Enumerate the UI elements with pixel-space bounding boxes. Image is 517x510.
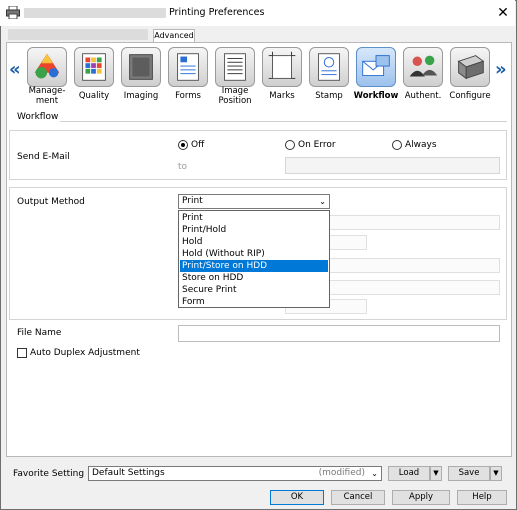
- output-method-value: Print: [182, 196, 203, 206]
- output-method-label: Output Method: [17, 197, 85, 207]
- radio-email-off-label: Off: [191, 140, 205, 150]
- close-button[interactable]: ✕: [492, 3, 514, 23]
- toolbar-item-authentication[interactable]: [403, 47, 443, 87]
- forms-icon: [177, 53, 199, 81]
- send-email-label: Send E-Mail: [17, 152, 70, 162]
- output-method-select[interactable]: Print ⌄: [178, 194, 330, 209]
- favorite-setting-select[interactable]: Default Settings (modified) ⌄: [88, 466, 382, 481]
- radio-email-off[interactable]: [178, 140, 188, 150]
- save-menu-arrow[interactable]: ▼: [490, 466, 502, 481]
- imaging-icon: [129, 54, 153, 80]
- toolbar-item-management[interactable]: [27, 47, 67, 87]
- toolbar-item-forms[interactable]: [168, 47, 208, 87]
- toolbar-item-marks[interactable]: [262, 47, 302, 87]
- file-name-label: File Name: [17, 328, 62, 338]
- load-button[interactable]: Load: [388, 466, 430, 481]
- chevron-down-icon: ⌄: [371, 469, 378, 478]
- radio-email-on-error[interactable]: [285, 140, 295, 150]
- configure-icon: [457, 55, 485, 80]
- toolbar-item-image-position[interactable]: [215, 47, 255, 87]
- email-to-field: [285, 157, 500, 174]
- output-method-dropdown: Print Print/Hold Hold Hold (Without RIP)…: [178, 210, 330, 308]
- marks-icon: [268, 51, 296, 79]
- cancel-button[interactable]: Cancel: [331, 490, 385, 505]
- auto-duplex-checkbox[interactable]: [17, 348, 27, 358]
- dropdown-option-highlighted[interactable]: Print/Store on HDD: [180, 260, 328, 272]
- authentication-icon: [409, 55, 438, 77]
- dropdown-option[interactable]: Hold (Without RIP): [180, 248, 328, 260]
- email-to-label: to: [178, 162, 188, 172]
- stamp-icon: [318, 53, 340, 81]
- radio-email-on-error-label: On Error: [298, 140, 336, 150]
- dropdown-option[interactable]: Secure Print: [180, 284, 328, 296]
- title-bar: Printing Preferences ✕: [0, 0, 515, 26]
- save-button[interactable]: Save: [448, 466, 490, 481]
- help-button[interactable]: Help: [457, 490, 507, 505]
- toolbar-label-configure: Configure: [449, 91, 491, 101]
- dropdown-option[interactable]: Store on HDD: [180, 272, 328, 284]
- toolbar-prev-arrow[interactable]: «: [9, 60, 21, 80]
- load-menu-arrow[interactable]: ▼: [430, 466, 442, 481]
- dropdown-option[interactable]: Form: [180, 296, 328, 308]
- ok-button[interactable]: OK: [270, 490, 324, 505]
- radio-email-always[interactable]: [392, 140, 402, 150]
- toolbar-item-imaging[interactable]: [121, 47, 161, 87]
- auto-duplex-label: Auto Duplex Adjustment: [30, 348, 140, 358]
- favorite-setting-value: Default Settings: [92, 468, 165, 478]
- file-name-input[interactable]: [178, 325, 500, 342]
- favorite-setting-suffix: (modified): [318, 468, 365, 478]
- tab-advanced[interactable]: Advanced: [153, 29, 195, 42]
- image-position-icon: [224, 53, 246, 81]
- printer-icon: [6, 6, 20, 19]
- tab-redacted[interactable]: [8, 29, 148, 40]
- toolbar-item-configure[interactable]: [450, 47, 490, 87]
- radio-email-always-label: Always: [405, 140, 437, 150]
- quality-icon: [82, 53, 106, 81]
- toolbar-item-quality[interactable]: [74, 47, 114, 87]
- section-title: Workflow: [17, 112, 59, 122]
- section-divider: [60, 121, 507, 122]
- dropdown-option[interactable]: Print/Hold: [180, 224, 328, 236]
- dropdown-option[interactable]: Hold: [180, 236, 328, 248]
- apply-button[interactable]: Apply: [392, 490, 450, 505]
- workflow-icon: [362, 55, 390, 77]
- dropdown-option[interactable]: Print: [180, 212, 328, 224]
- toolbar-item-stamp[interactable]: [309, 47, 349, 87]
- chevron-down-icon: ⌄: [319, 197, 326, 206]
- toolbar-next-arrow[interactable]: »: [495, 60, 507, 80]
- window-title: Printing Preferences: [169, 7, 265, 18]
- management-icon: [34, 53, 60, 79]
- printer-name-redacted: [24, 8, 166, 18]
- toolbar-item-workflow[interactable]: [356, 47, 396, 87]
- favorite-setting-label: Favorite Setting: [13, 469, 85, 479]
